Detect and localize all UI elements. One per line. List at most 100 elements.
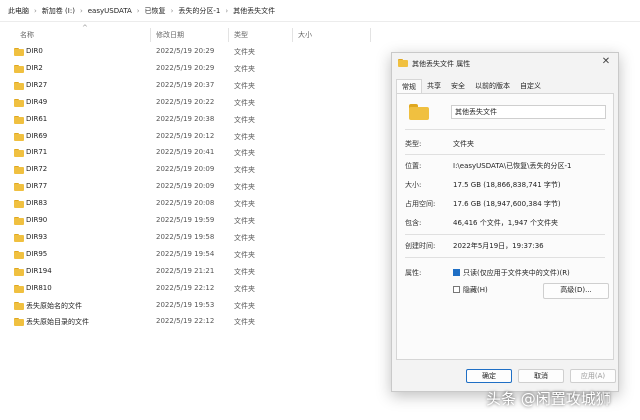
folder-icon [398,59,408,67]
file-row[interactable]: DIR49 2022/5/19 20:22 文件夹 [10,95,380,111]
type-label: 类型: [405,140,422,148]
file-row[interactable]: 丢失原始目录的文件 2022/5/19 22:12 文件夹 [10,314,380,330]
column-header-size[interactable]: 大小 [298,30,312,40]
type-value: 文件夹 [453,140,474,148]
tab-security[interactable]: 安全 [446,79,470,93]
breadcrumb-item[interactable]: 新加卷 (I:) [42,6,75,16]
folder-icon [14,233,24,242]
file-type: 文件夹 [234,250,255,259]
dialog-titlebar[interactable]: 其他丢失文件 属性 ✕ [392,53,618,73]
ok-button[interactable]: 确定 [466,369,512,383]
file-name: DIR61 [26,114,48,123]
file-date: 2022/5/19 20:37 [156,80,215,89]
created-label: 创建时间: [405,242,436,250]
file-row[interactable]: DIR72 2022/5/19 20:09 文件夹 [10,162,380,178]
file-name: DIR69 [26,131,48,140]
file-type: 文件夹 [234,81,255,90]
disk-size-label: 占用空间: [405,200,436,208]
size-label: 大小: [405,181,422,189]
folder-icon [14,200,24,209]
watermark: 头条 @闲置攻城狮 [486,390,611,408]
hidden-label: 隐藏(H) [463,286,488,294]
folder-icon [14,81,24,90]
file-name: DIR93 [26,232,48,241]
disk-size-value: 17.6 GB (18,947,600,384 字节) [453,200,561,208]
column-divider[interactable] [292,28,293,42]
file-row[interactable]: DIR61 2022/5/19 20:38 文件夹 [10,112,380,128]
file-name: DIR95 [26,249,48,258]
file-row[interactable]: DIR2 2022/5/19 20:29 文件夹 [10,61,380,77]
file-name: DIR49 [26,97,48,106]
file-row[interactable]: 丢失原始名的文件 2022/5/19 19:53 文件夹 [10,298,380,314]
breadcrumb-item[interactable]: easyUSDATA [88,7,132,15]
file-date: 2022/5/19 20:29 [156,47,215,55]
column-header-date[interactable]: 修改日期 [156,30,184,40]
file-name: DIR83 [26,199,48,208]
column-header-type[interactable]: 类型 [234,30,248,40]
folder-icon [14,115,24,124]
tab-sharing[interactable]: 共享 [422,79,446,93]
breadcrumb: 此电脑 › 新加卷 (I:) › easyUSDATA › 已恢复 › 丢失的分区-1 › 其他丢失… [0,0,640,22]
chevron-right-icon: › [79,6,83,15]
file-row[interactable]: DIR93 2022/5/19 19:58 文件夹 [10,230,380,246]
file-name: 丢失原始名的文件 [26,301,82,310]
close-icon[interactable]: ✕ [600,56,612,67]
folder-icon [409,104,429,120]
breadcrumb-item[interactable]: 其他丢失文件 [233,6,275,16]
hidden-checkbox[interactable] [453,286,460,293]
readonly-checkbox[interactable] [453,269,460,276]
file-name: DIR77 [26,182,48,191]
file-date: 2022/5/19 20:41 [156,148,215,157]
file-row[interactable]: DIR810 2022/5/19 22:12 文件夹 [10,281,380,297]
breadcrumb-item[interactable]: 此电脑 [8,6,29,16]
location-label: 位置: [405,162,422,170]
file-date: 2022/5/19 20:09 [156,182,215,191]
file-row[interactable]: DIR69 2022/5/19 20:12 文件夹 [10,129,380,145]
file-row[interactable]: DIR27 2022/5/19 20:37 文件夹 [10,78,380,94]
contains-value: 46,416 个文件，1,947 个文件夹 [453,219,558,227]
folder-icon [14,267,24,276]
file-name: DIR71 [26,148,48,157]
folder-icon [14,98,24,107]
file-row[interactable]: DIR95 2022/5/19 19:54 文件夹 [10,247,380,263]
file-row[interactable]: DIR77 2022/5/19 20:09 文件夹 [10,179,380,195]
apply-button[interactable]: 应用(A) [570,369,616,383]
file-row[interactable]: DIR90 2022/5/19 19:59 文件夹 [10,213,380,229]
file-name: DIR2 [26,63,43,72]
breadcrumb-item[interactable]: 已恢复 [145,6,166,16]
file-date: 2022/5/19 20:12 [156,131,215,140]
file-type: 文件夹 [234,132,255,141]
column-divider[interactable] [228,28,229,42]
dialog-title: 其他丢失文件 属性 [412,60,471,68]
sort-up-icon: ^ [82,24,88,32]
file-row[interactable]: DIR83 2022/5/19 20:08 文件夹 [10,196,380,212]
tab-general[interactable]: 常规 [396,79,422,94]
file-row[interactable]: DIR0 2022/5/19 20:29 文件夹 [10,44,380,60]
file-date: 2022/5/19 21:21 [156,266,215,275]
folder-icon [14,301,24,310]
file-type: 文件夹 [234,267,255,276]
column-header-name[interactable]: 名称 [20,30,34,40]
file-row[interactable]: DIR194 2022/5/19 21:21 文件夹 [10,264,380,280]
file-type: 文件夹 [234,301,255,310]
location-value: I:\easyUSDATA\已恢复\丢失的分区-1 [453,162,572,170]
file-date: 2022/5/19 22:12 [156,283,215,292]
folder-icon [14,64,24,73]
cancel-button[interactable]: 取消 [518,369,564,383]
advanced-button[interactable]: 高级(D)... [543,283,609,299]
folder-name-field[interactable]: 其他丢失文件 [451,105,606,119]
file-row[interactable]: DIR71 2022/5/19 20:41 文件夹 [10,145,380,161]
file-date: 2022/5/19 20:08 [156,199,215,208]
file-type: 文件夹 [234,98,255,107]
tab-previous-versions[interactable]: 以前的版本 [470,79,515,93]
column-divider[interactable] [370,28,371,42]
folder-icon [14,48,24,56]
file-date: 2022/5/19 20:38 [156,114,215,123]
breadcrumb-item[interactable]: 丢失的分区-1 [178,6,220,16]
tab-customize[interactable]: 自定义 [515,79,546,93]
file-type: 文件夹 [234,233,255,242]
column-divider[interactable] [150,28,151,42]
readonly-label: 只读(仅应用于文件夹中的文件)(R) [463,269,570,277]
file-type: 文件夹 [234,149,255,158]
file-date: 2022/5/19 19:58 [156,232,215,241]
